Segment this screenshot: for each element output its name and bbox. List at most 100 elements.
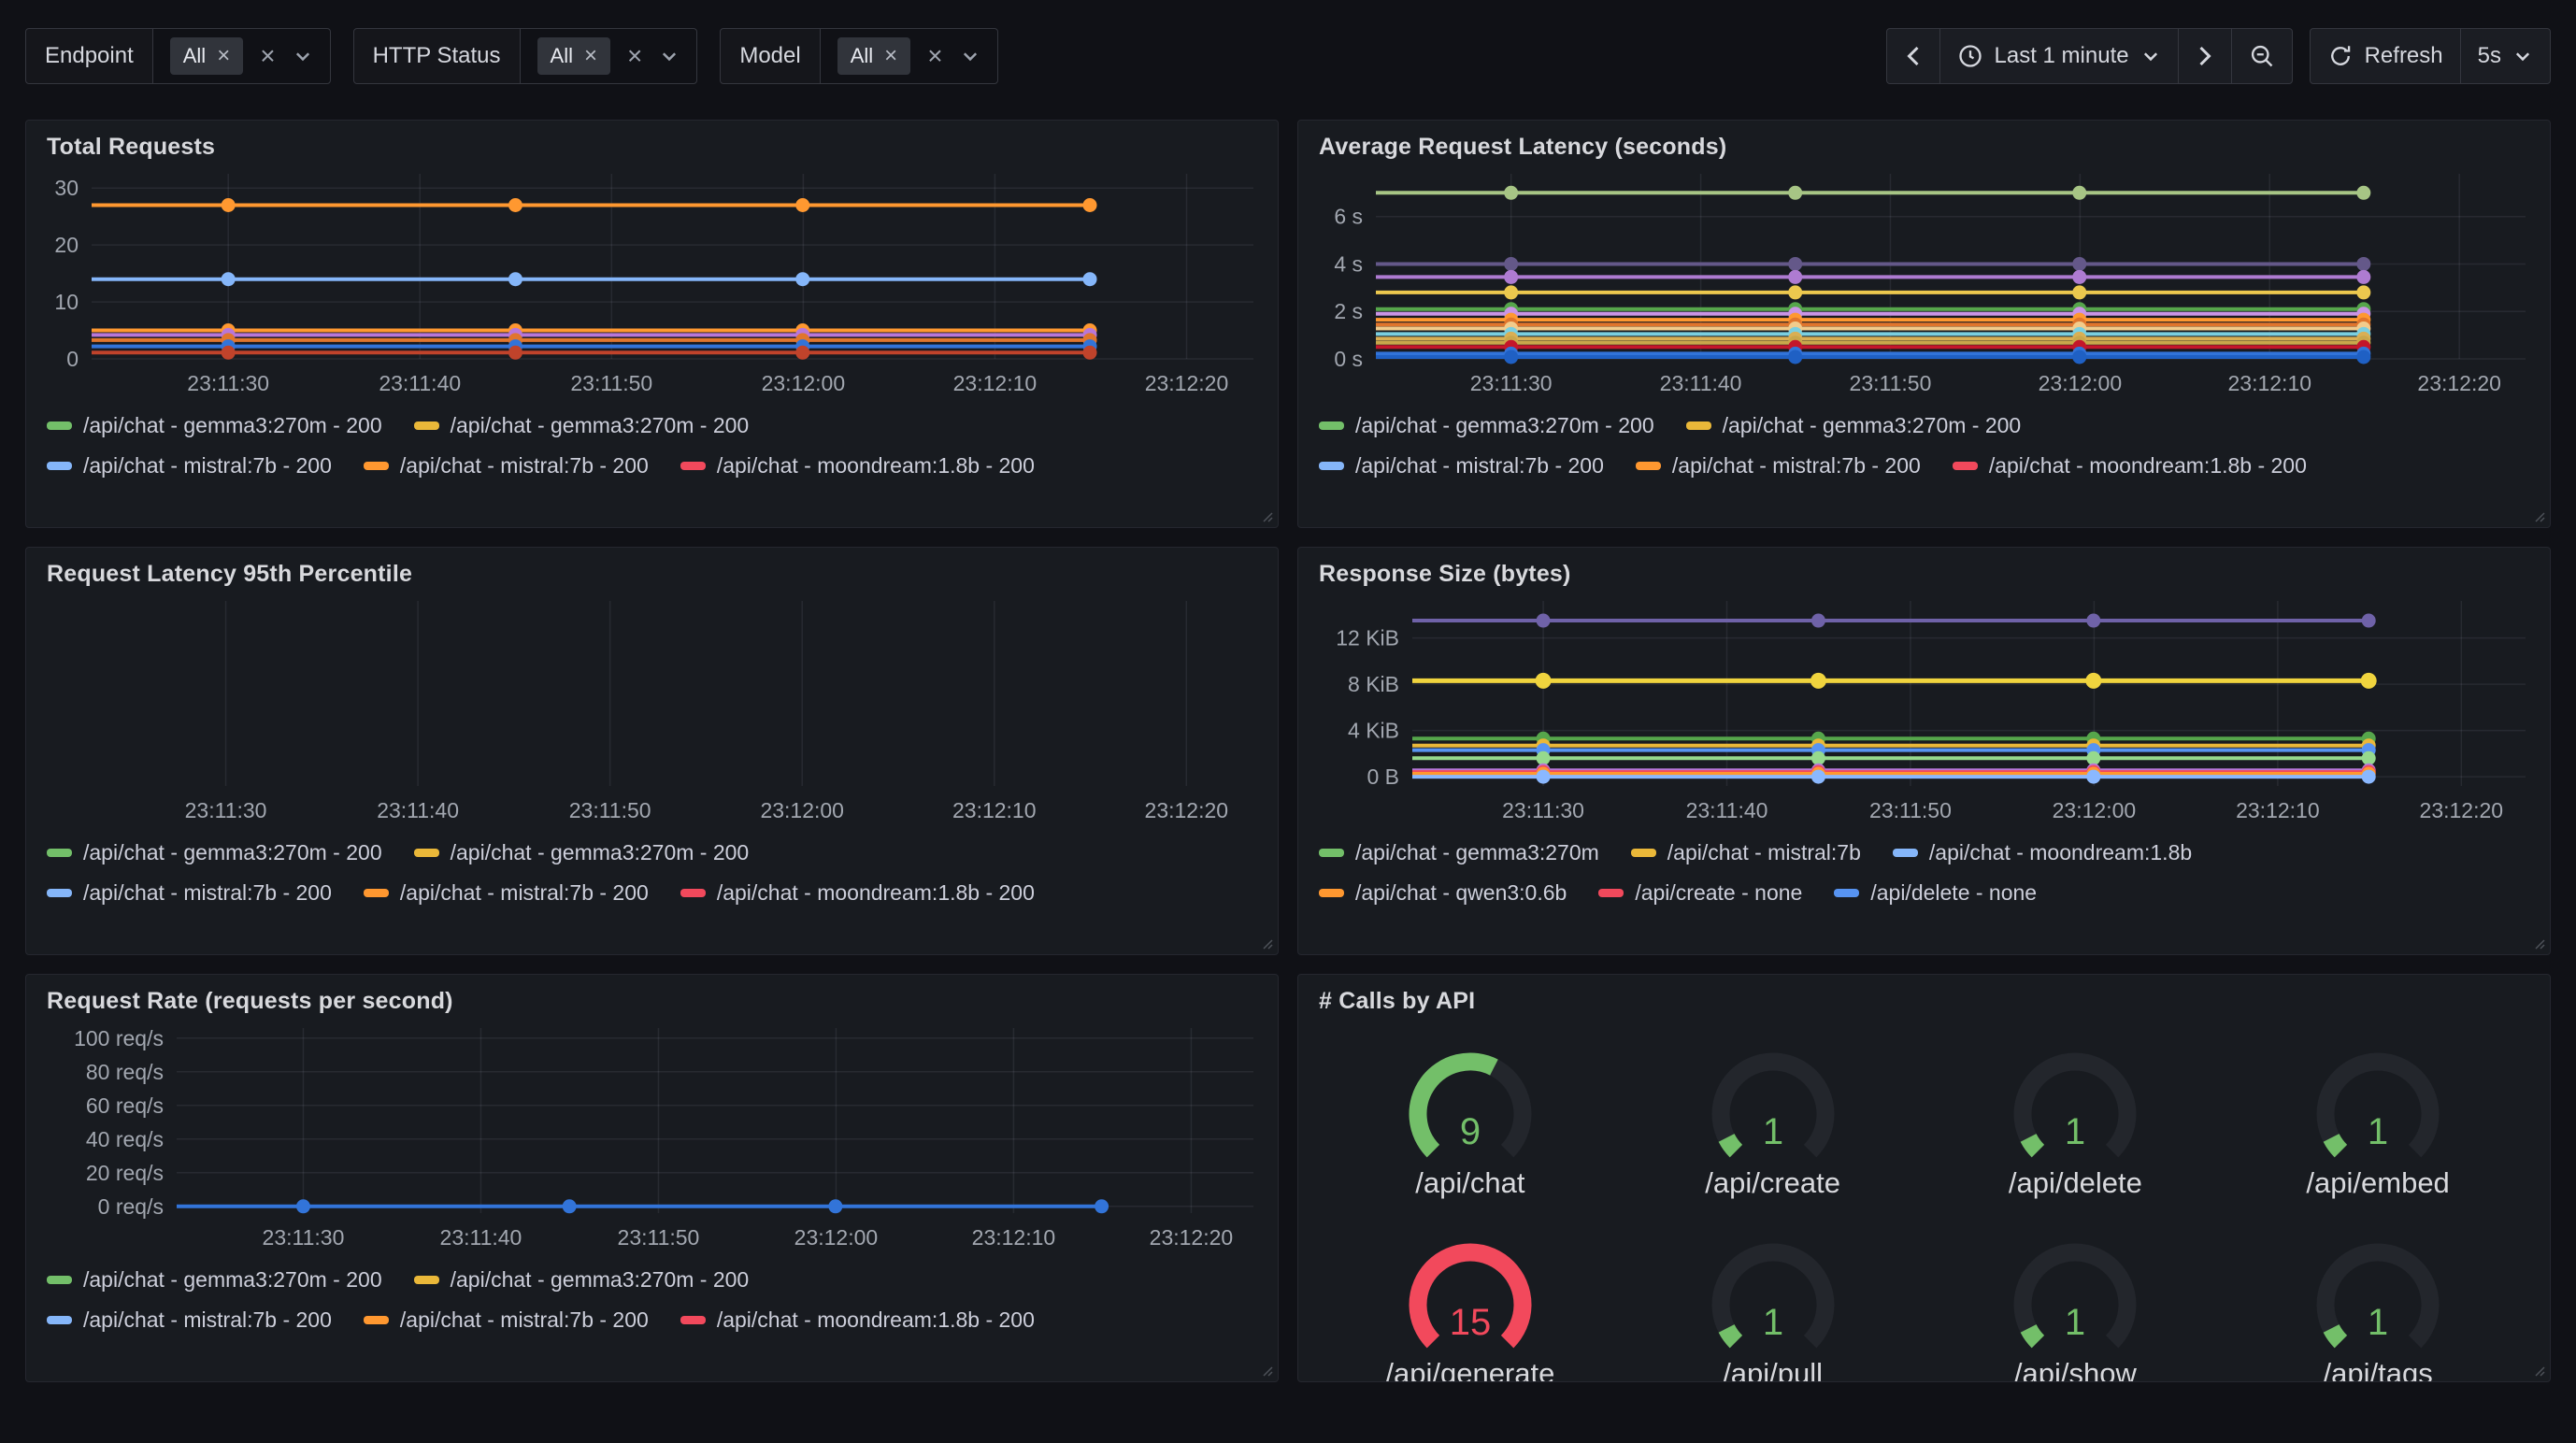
filter-model-value[interactable]: All × × — [821, 29, 997, 83]
legend-item[interactable]: /api/chat - gemma3:270m — [1319, 840, 1599, 865]
chevron-down-icon[interactable] — [960, 46, 980, 66]
legend-color-chip — [1319, 849, 1344, 857]
svg-text:20: 20 — [54, 233, 79, 257]
gauge-label: /api/embed — [2306, 1166, 2449, 1200]
time-shift-back-button[interactable] — [1887, 29, 1940, 83]
data-point — [1788, 350, 1802, 364]
gauge-label: /api/create — [1705, 1166, 1840, 1200]
data-point — [1083, 198, 1097, 212]
legend-item[interactable]: /api/chat - mistral:7b - 200 — [1636, 453, 1921, 479]
data-point — [1504, 350, 1518, 364]
time-shift-forward-button[interactable] — [2179, 29, 2232, 83]
filter-clear-icon[interactable]: × — [627, 43, 642, 69]
legend-item[interactable]: /api/delete - none — [1834, 880, 2037, 906]
legend-item[interactable]: /api/chat - gemma3:270m - 200 — [414, 413, 750, 438]
filter-endpoint-value[interactable]: All × × — [153, 29, 330, 83]
filter-http-status-chip[interactable]: All × — [537, 37, 610, 75]
legend-item[interactable]: /api/chat - moondream:1.8b - 200 — [680, 1307, 1035, 1333]
chevron-right-icon — [2196, 45, 2214, 67]
filter-model: Model All × × — [720, 28, 997, 84]
refresh-interval-picker[interactable]: 5s — [2461, 29, 2550, 83]
legend-item[interactable]: /api/chat - moondream:1.8b - 200 — [680, 453, 1035, 479]
filter-model-chip[interactable]: All × — [837, 37, 910, 75]
legend-label: /api/chat - gemma3:270m - 200 — [451, 1267, 750, 1293]
filter-clear-icon[interactable]: × — [927, 43, 942, 69]
chip-remove-icon[interactable]: × — [217, 45, 230, 67]
panel-resize-handle[interactable] — [1258, 1362, 1273, 1377]
legend-color-chip — [47, 1276, 72, 1284]
legend-item[interactable]: /api/create - none — [1598, 880, 1802, 906]
panel-resize-handle[interactable] — [2530, 935, 2545, 950]
chevron-down-icon[interactable] — [659, 46, 680, 66]
filter-endpoint-chip[interactable]: All × — [170, 37, 243, 75]
svg-text:23:11:30: 23:11:30 — [263, 1225, 345, 1250]
legend-item[interactable]: /api/chat - moondream:1.8b — [1893, 840, 2192, 865]
data-point — [563, 1199, 577, 1213]
legend-item[interactable]: /api/chat - mistral:7b - 200 — [364, 1307, 649, 1333]
legend-item[interactable]: /api/chat - mistral:7b - 200 — [364, 453, 649, 479]
response-size-chart[interactable]: 23:11:3023:11:4023:11:5023:12:0023:12:10… — [1319, 601, 2529, 827]
legend-item[interactable]: /api/chat - mistral:7b - 200 — [1319, 453, 1604, 479]
legend-item[interactable]: /api/chat - gemma3:270m - 200 — [47, 1267, 382, 1293]
svg-text:23:11:30: 23:11:30 — [187, 371, 269, 395]
legend-label: /api/chat - mistral:7b - 200 — [400, 453, 649, 479]
filter-model-chip-text: All — [851, 44, 873, 68]
refresh-button[interactable]: Refresh — [2311, 29, 2461, 83]
legend-item[interactable]: /api/chat - mistral:7b — [1631, 840, 1861, 865]
data-point — [795, 272, 809, 286]
gauge-canvas: 9 — [1388, 1039, 1553, 1164]
panel-response-size: Response Size (bytes) 23:11:3023:11:4023… — [1297, 547, 2551, 955]
filter-http-status-value[interactable]: All × × — [521, 29, 697, 83]
panel-resize-handle[interactable] — [2530, 507, 2545, 522]
legend-item[interactable]: /api/chat - gemma3:270m - 200 — [414, 840, 750, 865]
legend-item[interactable]: /api/chat - mistral:7b - 200 — [47, 453, 332, 479]
time-range-picker[interactable]: Last 1 minute — [1940, 29, 2179, 83]
svg-text:23:12:00: 23:12:00 — [2039, 371, 2123, 395]
clock-icon — [1957, 43, 1983, 69]
legend-item[interactable]: /api/chat - gemma3:270m - 200 — [1686, 413, 2022, 438]
legend-label: /api/chat - gemma3:270m - 200 — [83, 840, 382, 865]
filter-clear-icon[interactable]: × — [260, 43, 275, 69]
svg-text:23:11:50: 23:11:50 — [1869, 798, 1952, 822]
panel-resize-handle[interactable] — [1258, 935, 1273, 950]
chart-legend: /api/chat - gemma3:270m - 200/api/chat -… — [47, 1267, 1257, 1333]
legend-item[interactable]: /api/chat - moondream:1.8b - 200 — [680, 880, 1035, 906]
data-point — [1095, 1199, 1109, 1213]
legend-label: /api/chat - gemma3:270m - 200 — [451, 840, 750, 865]
zoom-out-button[interactable] — [2232, 29, 2292, 83]
svg-text:0 B: 0 B — [1367, 764, 1399, 789]
filter-http-status-label: HTTP Status — [354, 29, 521, 83]
chevron-down-icon[interactable] — [293, 46, 313, 66]
request-rate-chart[interactable]: 23:11:3023:11:4023:11:5023:12:0023:12:10… — [47, 1028, 1257, 1254]
data-point — [1811, 751, 1825, 765]
legend-item[interactable]: /api/chat - gemma3:270m - 200 — [1319, 413, 1654, 438]
panel-resize-handle[interactable] — [2530, 1362, 2545, 1377]
legend-color-chip — [1319, 889, 1344, 897]
legend-item[interactable]: /api/chat - mistral:7b - 200 — [47, 1307, 332, 1333]
legend-item[interactable]: /api/chat - mistral:7b - 200 — [364, 880, 649, 906]
legend-item[interactable]: /api/chat - gemma3:270m - 200 — [47, 413, 382, 438]
gauge-value: 1 — [2065, 1302, 2085, 1343]
legend-color-chip — [1834, 889, 1859, 897]
average-latency-chart[interactable]: 23:11:3023:11:4023:11:5023:12:0023:12:10… — [1319, 174, 2529, 400]
legend-item[interactable]: /api/chat - gemma3:270m - 200 — [47, 840, 382, 865]
gauge-canvas: 1 — [1691, 1230, 1855, 1355]
chip-remove-icon[interactable]: × — [884, 45, 897, 67]
legend-item[interactable]: /api/chat - gemma3:270m - 200 — [414, 1267, 750, 1293]
legend-item[interactable]: /api/chat - qwen3:0.6b — [1319, 880, 1567, 906]
legend-item[interactable]: /api/chat - mistral:7b - 200 — [47, 880, 332, 906]
gauge-label: /api/delete — [2009, 1166, 2142, 1200]
gauge-api-chat: 9/api/chat — [1319, 1039, 1622, 1213]
data-point — [1504, 285, 1518, 299]
gauge-canvas: 1 — [1993, 1230, 2157, 1355]
total-requests-chart[interactable]: 23:11:3023:11:4023:11:5023:12:0023:12:10… — [47, 174, 1257, 400]
zoom-out-icon — [2249, 43, 2275, 69]
legend-item[interactable]: /api/chat - moondream:1.8b - 200 — [1953, 453, 2307, 479]
panel-resize-handle[interactable] — [1258, 507, 1273, 522]
gauge-canvas: 15 — [1388, 1230, 1553, 1355]
data-point — [1811, 770, 1825, 784]
gauge-label: /api/pull — [1723, 1357, 1823, 1382]
legend-color-chip — [364, 462, 389, 470]
chip-remove-icon[interactable]: × — [584, 45, 597, 67]
latency-p95-chart[interactable]: 23:11:3023:11:4023:11:5023:12:0023:12:10… — [47, 601, 1257, 827]
